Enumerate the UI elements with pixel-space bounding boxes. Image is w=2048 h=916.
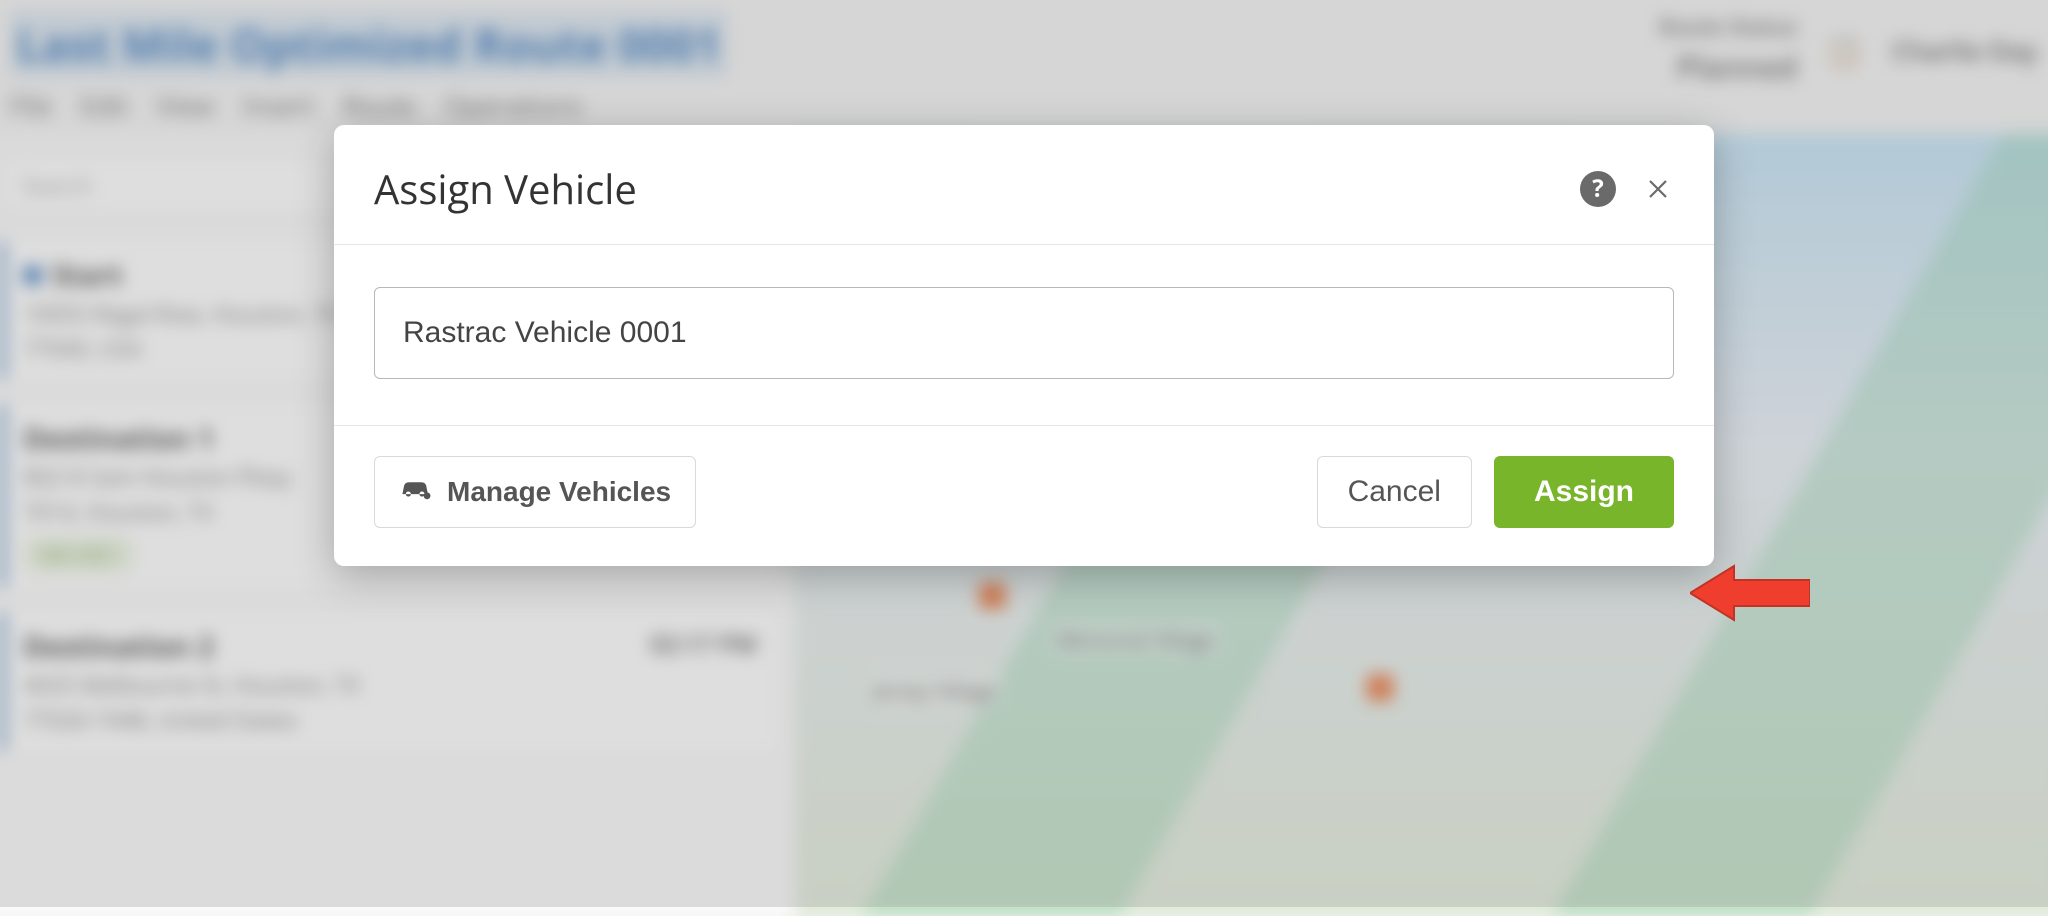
- vehicle-input[interactable]: [374, 287, 1674, 379]
- close-icon[interactable]: [1642, 173, 1674, 205]
- cancel-button[interactable]: Cancel: [1317, 456, 1472, 528]
- modal-title: Assign Vehicle: [374, 161, 637, 216]
- manage-vehicles-label: Manage Vehicles: [447, 476, 671, 508]
- assign-vehicle-modal: Assign Vehicle ? Manage Vehicles: [334, 125, 1714, 566]
- assign-button[interactable]: Assign: [1494, 456, 1674, 528]
- manage-vehicles-button[interactable]: Manage Vehicles: [374, 456, 696, 528]
- car-gear-icon: [399, 476, 433, 509]
- help-icon[interactable]: ?: [1580, 171, 1616, 207]
- modal-overlay: Assign Vehicle ? Manage Vehicles: [0, 0, 2048, 907]
